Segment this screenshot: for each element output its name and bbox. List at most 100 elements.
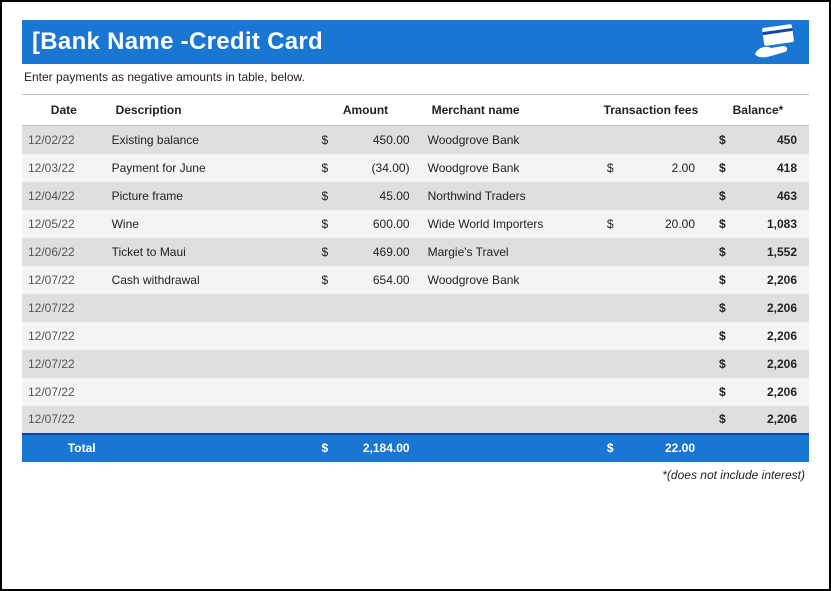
- totals-label: Total: [22, 434, 106, 462]
- currency-symbol: $: [719, 273, 726, 287]
- money-value: 2,206: [767, 301, 797, 315]
- col-header-fees: Transaction fees: [595, 95, 707, 126]
- table-row: 12/07/22 $2,206: [22, 406, 809, 434]
- cell-desc: Picture frame: [106, 182, 310, 210]
- currency-symbol: $: [321, 217, 328, 231]
- cell-date: 12/07/22: [22, 294, 106, 322]
- cell-date: 12/02/22: [22, 126, 106, 154]
- totals-amount-value: 2,184.00: [363, 441, 410, 455]
- totals-fees-value: 22.00: [665, 441, 695, 455]
- currency-symbol: $: [321, 273, 328, 287]
- header-title: [Bank Name -Credit Card: [32, 28, 323, 56]
- cell-date: 12/03/22: [22, 154, 106, 182]
- money-value: 2,206: [767, 412, 797, 426]
- cell-merch: Wide World Importers: [422, 210, 595, 238]
- currency-symbol: $: [719, 329, 726, 343]
- cell-bal: $463: [707, 182, 809, 210]
- cell-fees: [595, 294, 707, 322]
- cell-amt: [309, 350, 421, 378]
- cell-desc: Cash withdrawal: [106, 266, 310, 294]
- currency-symbol: $: [719, 301, 726, 315]
- cell-merch: Margie's Travel: [422, 238, 595, 266]
- currency-symbol: $: [321, 441, 328, 455]
- document-content: [Bank Name -Credit Card Enter payments a…: [22, 20, 809, 482]
- col-header-merchant: Merchant name: [422, 95, 595, 126]
- cell-fees: [595, 182, 707, 210]
- cell-merch: Woodgrove Bank: [422, 154, 595, 182]
- cell-date: 12/07/22: [22, 406, 106, 434]
- money-value: 2,206: [767, 329, 797, 343]
- cell-fees: [595, 406, 707, 434]
- cell-bal: $1,083: [707, 210, 809, 238]
- cell-desc: [106, 294, 310, 322]
- cell-merch: Woodgrove Bank: [422, 266, 595, 294]
- currency-symbol: $: [719, 217, 726, 231]
- currency-symbol: $: [719, 357, 726, 371]
- money-value: 418: [777, 161, 797, 175]
- cell-merch: [422, 406, 595, 434]
- totals-fees: $ 22.00: [595, 434, 707, 462]
- table-row: 12/03/22Payment for June$(34.00)Woodgrov…: [22, 154, 809, 182]
- table-row: 12/02/22Existing balance$450.00Woodgrove…: [22, 126, 809, 154]
- cell-desc: [106, 378, 310, 406]
- currency-symbol: $: [321, 245, 328, 259]
- col-header-amount: Amount: [309, 95, 421, 126]
- currency-symbol: $: [719, 189, 726, 203]
- cell-date: 12/07/22: [22, 378, 106, 406]
- currency-symbol: $: [719, 133, 726, 147]
- cell-desc: Wine: [106, 210, 310, 238]
- credit-card-hand-icon: [749, 24, 799, 60]
- money-value: 654.00: [373, 273, 410, 287]
- cell-fees: $2.00: [595, 154, 707, 182]
- cell-amt: [309, 294, 421, 322]
- money-value: 463: [777, 189, 797, 203]
- money-value: 2,206: [767, 357, 797, 371]
- cell-amt: $45.00: [309, 182, 421, 210]
- money-value: 450: [777, 133, 797, 147]
- cell-merch: [422, 350, 595, 378]
- cell-date: 12/07/22: [22, 266, 106, 294]
- cell-date: 12/06/22: [22, 238, 106, 266]
- cell-fees: [595, 378, 707, 406]
- cell-fees: [595, 126, 707, 154]
- table-row: 12/06/22Ticket to Maui$469.00Margie's Tr…: [22, 238, 809, 266]
- currency-symbol: $: [607, 217, 614, 231]
- currency-symbol: $: [719, 412, 726, 426]
- totals-row: Total $ 2,184.00 $ 22.00: [22, 434, 809, 462]
- cell-amt: [309, 406, 421, 434]
- totals-empty-merchant: [422, 434, 595, 462]
- money-value: 45.00: [380, 189, 410, 203]
- money-value: 1,552: [767, 245, 797, 259]
- cell-fees: $20.00: [595, 210, 707, 238]
- instructions-text: Enter payments as negative amounts in ta…: [22, 64, 809, 94]
- table-row: 12/05/22Wine$600.00Wide World Importers$…: [22, 210, 809, 238]
- currency-symbol: $: [719, 245, 726, 259]
- money-value: 2,206: [767, 385, 797, 399]
- cell-desc: Ticket to Maui: [106, 238, 310, 266]
- currency-symbol: $: [321, 161, 328, 175]
- cell-amt: $600.00: [309, 210, 421, 238]
- cell-bal: $2,206: [707, 266, 809, 294]
- cell-date: 12/04/22: [22, 182, 106, 210]
- table-row: 12/07/22Cash withdrawal $654.00 Woodgrove …: [22, 266, 809, 294]
- money-value: 600.00: [373, 217, 410, 231]
- header-bar: [Bank Name -Credit Card: [22, 20, 809, 64]
- table-row: 12/07/22 $2,206: [22, 378, 809, 406]
- cell-desc: Existing balance: [106, 126, 310, 154]
- table-row: 12/07/22$2,206: [22, 322, 809, 350]
- cell-fees: [595, 238, 707, 266]
- table-row: 12/07/22 $2,206: [22, 294, 809, 322]
- col-header-description: Description: [106, 95, 310, 126]
- totals-empty-desc: [106, 434, 310, 462]
- cell-bal: $2,206: [707, 406, 809, 434]
- cell-bal: $450: [707, 126, 809, 154]
- currency-symbol: $: [719, 385, 726, 399]
- money-value: 450.00: [373, 133, 410, 147]
- money-value: (34.00): [372, 161, 410, 175]
- table-body: 12/02/22Existing balance $450.00 Woodgrove…: [22, 126, 809, 434]
- cell-amt: $ (34.00): [309, 154, 421, 182]
- table-row: 12/04/22Picture frame$45.00Northwind Tra…: [22, 182, 809, 210]
- cell-desc: [106, 322, 310, 350]
- footnote: *(does not include interest): [22, 462, 809, 482]
- money-value: 1,083: [767, 217, 797, 231]
